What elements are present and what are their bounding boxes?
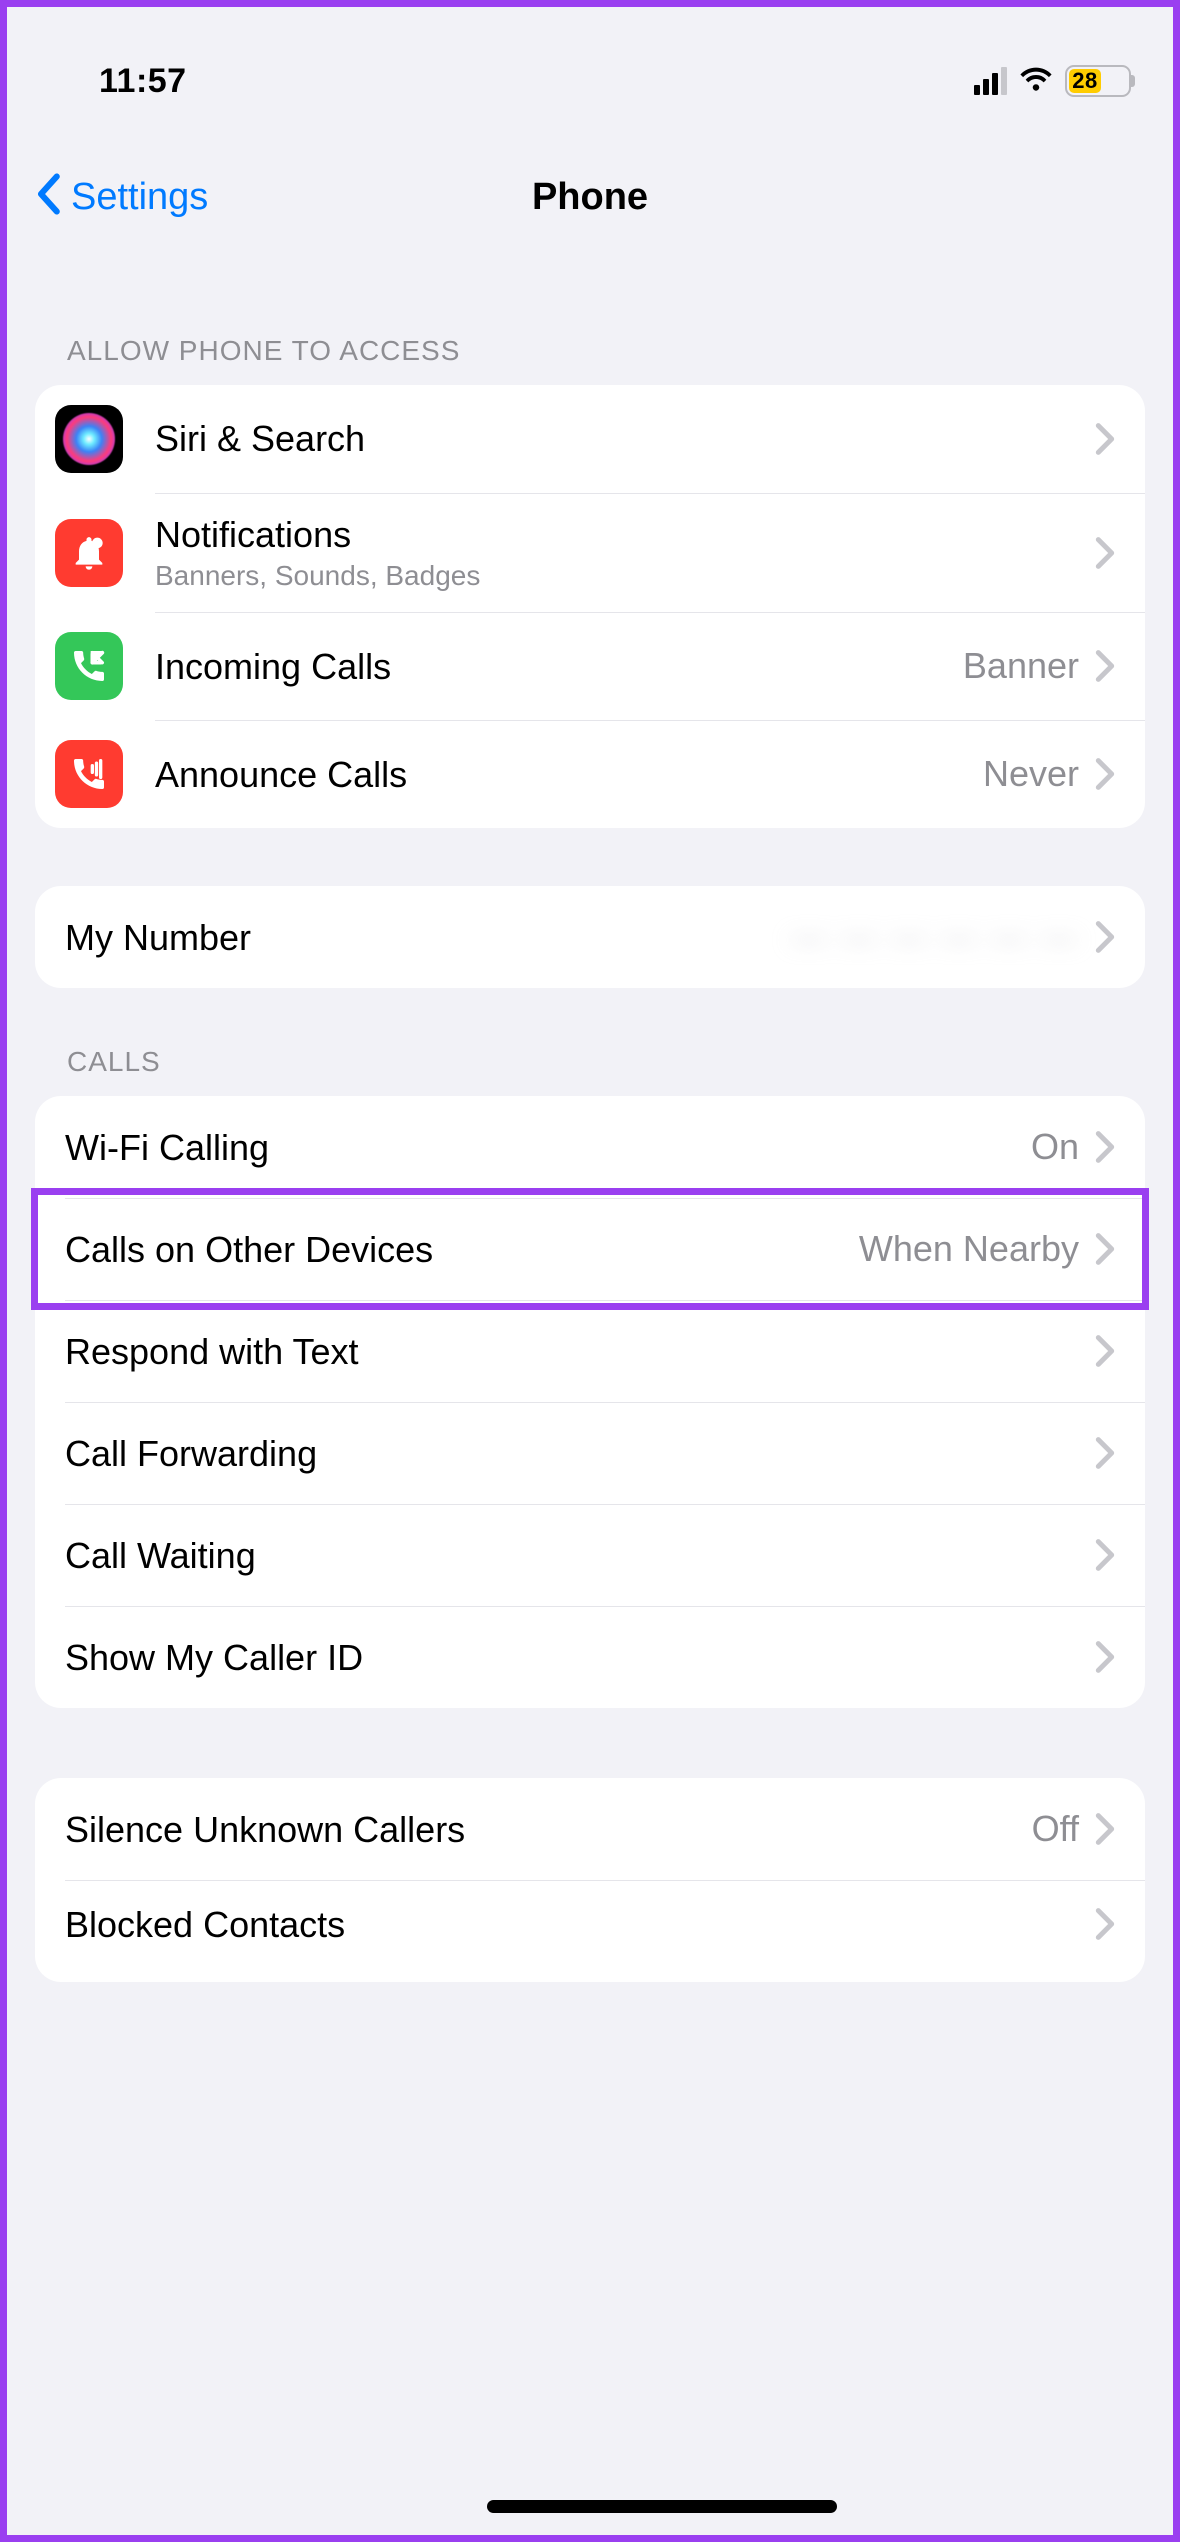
row-label: Blocked Contacts	[65, 1903, 1095, 1946]
row-call-forwarding[interactable]: Call Forwarding	[35, 1402, 1145, 1504]
chevron-right-icon	[1095, 757, 1115, 791]
battery-icon: 28	[1065, 65, 1131, 97]
group-silence: Silence Unknown Callers Off Blocked Cont…	[35, 1778, 1145, 1982]
row-calls-on-other-devices[interactable]: Calls on Other Devices When Nearby	[35, 1198, 1145, 1300]
chevron-right-icon	[1095, 536, 1115, 570]
wifi-icon	[1019, 62, 1053, 101]
chevron-left-icon	[35, 170, 61, 224]
notifications-icon	[55, 519, 123, 587]
row-detail-redacted: — — — — — —	[791, 916, 1079, 958]
section-header-access: ALLOW PHONE TO ACCESS	[7, 247, 1173, 385]
chevron-right-icon	[1095, 1232, 1115, 1266]
chevron-right-icon	[1095, 649, 1115, 683]
home-indicator	[487, 2500, 837, 2513]
row-label: Incoming Calls	[155, 645, 963, 688]
chevron-right-icon	[1095, 920, 1115, 954]
siri-icon	[55, 405, 123, 473]
row-sublabel: Banners, Sounds, Badges	[155, 560, 1095, 592]
row-label: Call Forwarding	[65, 1432, 1095, 1475]
cellular-signal-icon	[974, 67, 1007, 95]
row-wifi-calling[interactable]: Wi-Fi Calling On	[35, 1096, 1145, 1198]
group-calls: Wi-Fi Calling On Calls on Other Devices …	[35, 1096, 1145, 1708]
row-detail: When Nearby	[859, 1228, 1079, 1270]
row-label: My Number	[65, 916, 791, 959]
announce-calls-icon	[55, 740, 123, 808]
row-detail: On	[1031, 1126, 1079, 1168]
chevron-right-icon	[1095, 1812, 1115, 1846]
row-announce-calls[interactable]: Announce Calls Never	[35, 720, 1145, 828]
battery-percentage: 28	[1072, 68, 1097, 94]
row-label: Announce Calls	[155, 753, 983, 796]
row-incoming-calls[interactable]: Incoming Calls Banner	[35, 612, 1145, 720]
chevron-right-icon	[1095, 1640, 1115, 1674]
row-detail: Banner	[963, 645, 1079, 687]
row-respond-with-text[interactable]: Respond with Text	[35, 1300, 1145, 1402]
back-label: Settings	[71, 176, 208, 219]
chevron-right-icon	[1095, 1334, 1115, 1368]
group-access: Siri & Search Notifications Banners, Sou…	[35, 385, 1145, 828]
chevron-right-icon	[1095, 1130, 1115, 1164]
nav-header: Settings Phone	[7, 147, 1173, 247]
row-my-number[interactable]: My Number — — — — — —	[35, 886, 1145, 988]
incoming-calls-icon	[55, 632, 123, 700]
row-blocked-contacts[interactable]: Blocked Contacts	[35, 1880, 1145, 1982]
row-label: Notifications	[155, 513, 1095, 556]
row-label: Wi-Fi Calling	[65, 1126, 1031, 1169]
status-time: 11:57	[99, 62, 187, 101]
chevron-right-icon	[1095, 422, 1115, 456]
row-label: Calls on Other Devices	[65, 1228, 859, 1271]
row-detail: Never	[983, 753, 1079, 795]
row-notifications[interactable]: Notifications Banners, Sounds, Badges	[35, 493, 1145, 612]
chevron-right-icon	[1095, 1907, 1115, 1941]
back-button[interactable]: Settings	[35, 170, 208, 224]
status-right: 28	[974, 62, 1131, 101]
row-label: Show My Caller ID	[65, 1636, 1095, 1679]
row-detail: Off	[1032, 1808, 1079, 1850]
row-show-my-caller-id[interactable]: Show My Caller ID	[35, 1606, 1145, 1708]
row-label: Silence Unknown Callers	[65, 1808, 1032, 1851]
row-label: Respond with Text	[65, 1330, 1095, 1373]
row-silence-unknown-callers[interactable]: Silence Unknown Callers Off	[35, 1778, 1145, 1880]
section-header-calls: CALLS	[7, 988, 1173, 1096]
chevron-right-icon	[1095, 1538, 1115, 1572]
row-label: Call Waiting	[65, 1534, 1095, 1577]
chevron-right-icon	[1095, 1436, 1115, 1470]
row-call-waiting[interactable]: Call Waiting	[35, 1504, 1145, 1606]
group-my-number: My Number — — — — — —	[35, 886, 1145, 988]
row-label: Siri & Search	[155, 417, 1095, 460]
row-siri-search[interactable]: Siri & Search	[35, 385, 1145, 493]
status-bar: 11:57 28	[7, 7, 1173, 127]
